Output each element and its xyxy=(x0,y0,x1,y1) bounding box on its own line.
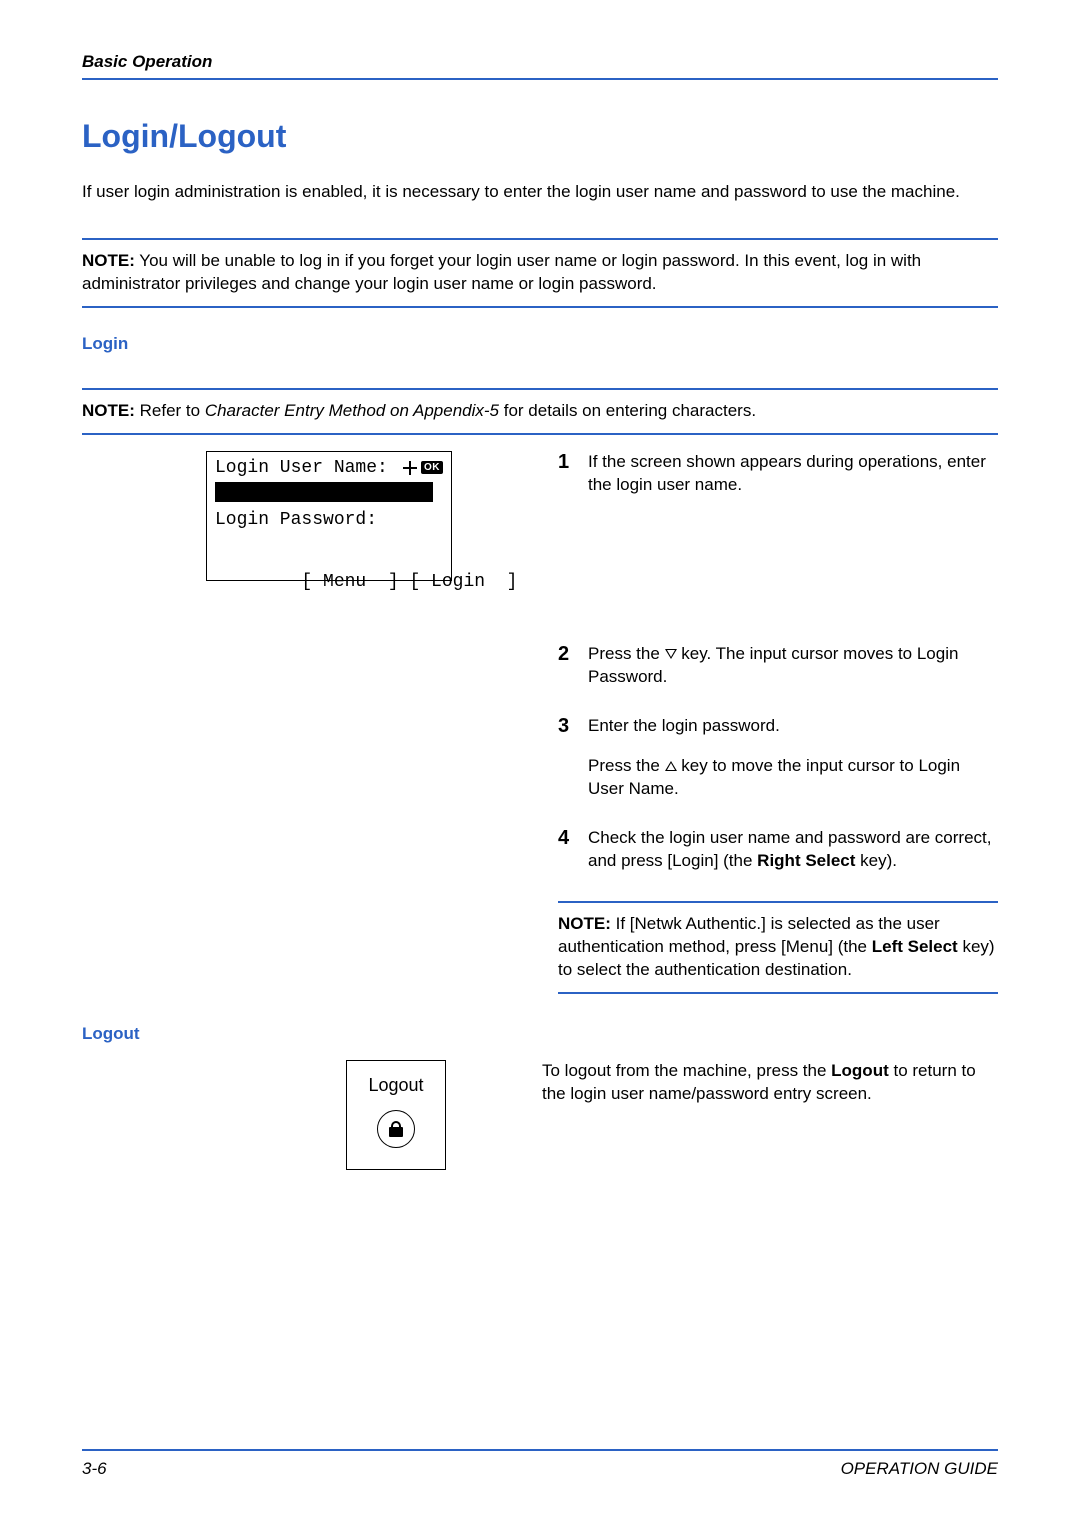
step-text: If the screen shown appears during opera… xyxy=(588,451,998,497)
logout-box-label: Logout xyxy=(368,1075,423,1096)
step2-pre: Press the xyxy=(588,644,665,663)
lcd-row-1: Login User Name: OK xyxy=(215,458,443,478)
intro-paragraph: If user login administration is enabled,… xyxy=(82,181,998,204)
note-body: You will be unable to log in if you forg… xyxy=(82,251,921,293)
step-text: Enter the login password. Press the key … xyxy=(588,715,998,802)
step-number: 3 xyxy=(558,715,588,802)
step4-post: key). xyxy=(855,851,897,870)
page-title: Login/Logout xyxy=(82,118,998,155)
lcd-softkey-right: [ Login ] xyxy=(409,572,517,592)
note-post: for details on entering characters. xyxy=(499,401,756,420)
step-number: 2 xyxy=(558,643,588,689)
logout-key-illustration: Logout xyxy=(346,1060,446,1170)
logout-bold: Logout xyxy=(831,1061,889,1080)
lcd-label-password: Login Password: xyxy=(215,510,443,530)
note-bold: Left Select xyxy=(872,937,958,956)
lock-circle xyxy=(377,1110,415,1148)
step-text: Press the key. The input cursor moves to… xyxy=(588,643,998,689)
login-area: Login User Name: OK Login Password: [ Me… xyxy=(82,451,998,994)
logout-area: Logout To logout from the machine, press… xyxy=(82,1060,998,1170)
down-arrow-icon xyxy=(665,649,677,659)
lcd-softkeys: [ Menu ] [ Login ] xyxy=(215,552,443,612)
lcd-icons: OK xyxy=(403,461,443,475)
steps-list: 1 If the screen shown appears during ope… xyxy=(558,451,998,994)
guide-label: OPERATION GUIDE xyxy=(841,1459,998,1479)
note-lead: NOTE: xyxy=(82,401,135,420)
step4-bold: Right Select xyxy=(757,851,855,870)
page-footer: 3-6 OPERATION GUIDE xyxy=(82,1449,998,1479)
lcd-label-user: Login User Name: xyxy=(215,458,388,478)
up-arrow-icon xyxy=(665,761,677,771)
note-block-1: NOTE: You will be unable to log in if yo… xyxy=(82,238,998,308)
page: Basic Operation Login/Logout If user log… xyxy=(0,0,1080,1527)
note-block-2: NOTE: Refer to Character Entry Method on… xyxy=(82,388,998,435)
lcd-softkey-left: [ Menu ] xyxy=(301,572,398,592)
step-number: 1 xyxy=(558,451,588,497)
step-1: 1 If the screen shown appears during ope… xyxy=(558,451,998,497)
lock-icon xyxy=(389,1121,403,1137)
section-heading-login: Login xyxy=(82,334,998,354)
lcd-screen: Login User Name: OK Login Password: [ Me… xyxy=(206,451,452,581)
page-number: 3-6 xyxy=(82,1459,107,1479)
running-head: Basic Operation xyxy=(82,52,998,80)
step3-sub: Press the key to move the input cursor t… xyxy=(588,755,998,801)
note-lead: NOTE: xyxy=(82,251,135,270)
note-italic-ref: Character Entry Method on Appendix-5 xyxy=(205,401,499,420)
lcd-cursor-bar xyxy=(215,482,433,502)
logout-pre: To logout from the machine, press the xyxy=(542,1061,831,1080)
note-pre: Refer to xyxy=(135,401,205,420)
step-text: Check the login user name and password a… xyxy=(588,827,998,873)
note-lead: NOTE: xyxy=(558,914,611,933)
step3-line1: Enter the login password. xyxy=(588,715,998,738)
step3-sub-pre: Press the xyxy=(588,756,665,775)
step-number: 4 xyxy=(558,827,588,873)
ok-icon: OK xyxy=(421,461,443,474)
step-3: 3 Enter the login password. Press the ke… xyxy=(558,715,998,802)
step-2: 2 Press the key. The input cursor moves … xyxy=(558,643,998,689)
logout-text: To logout from the machine, press the Lo… xyxy=(542,1060,998,1170)
note-inline: NOTE: If [Netwk Authentic.] is selected … xyxy=(558,901,998,994)
dpad-icon xyxy=(403,461,417,475)
section-heading-logout: Logout xyxy=(82,1024,998,1044)
step-4: 4 Check the login user name and password… xyxy=(558,827,998,873)
